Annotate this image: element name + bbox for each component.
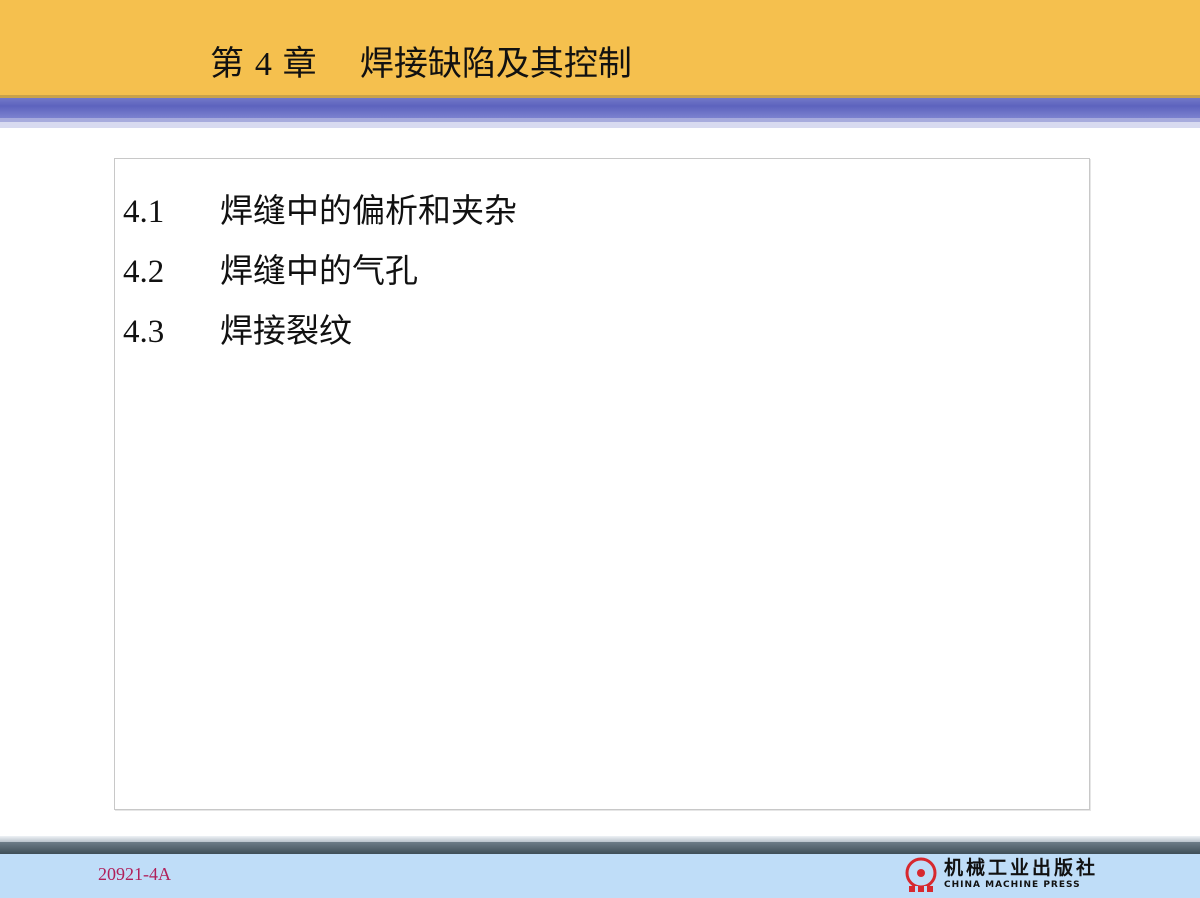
header-stripe <box>0 98 1200 118</box>
footer-divider <box>0 842 1200 854</box>
section-number: 4.2 <box>123 254 165 290</box>
section-title: 焊接裂纹 <box>220 311 352 350</box>
publisher-logo: 机械工业出版社 CHINA MACHINE PRESS <box>902 856 1112 894</box>
chapter-number: 4 <box>254 46 272 83</box>
footer-bar: 20921-4A 机械工业出版社 CHINA MACHINE PRESS <box>0 854 1200 898</box>
section-item-4-2: 4.2 焊缝中的气孔 <box>123 249 517 309</box>
chapter-prefix: 第 <box>210 44 244 84</box>
section-list: 4.1 焊缝中的偏析和夹杂 4.2 焊缝中的气孔 4.3 焊接裂纹 <box>123 189 517 369</box>
publisher-name-en: CHINA MACHINE PRESS <box>944 880 1081 890</box>
section-item-4-1: 4.1 焊缝中的偏析和夹杂 <box>123 189 517 249</box>
section-item-4-3: 4.3 焊接裂纹 <box>123 309 517 369</box>
publisher-emblem-icon <box>905 857 937 892</box>
content-box: 4.1 焊缝中的偏析和夹杂 4.2 焊缝中的气孔 4.3 焊接裂纹 <box>114 158 1090 810</box>
chapter-suffix: 章 <box>282 44 317 84</box>
section-title: 焊缝中的偏析和夹杂 <box>220 191 517 230</box>
chapter-title: 第 4 章 焊接缺陷及其控制 <box>210 42 632 87</box>
chapter-title-text: 焊接缺陷及其控制 <box>359 44 632 84</box>
section-title: 焊缝中的气孔 <box>220 251 418 290</box>
header-stripe-lighter <box>0 122 1200 128</box>
header-bar: 第 4 章 焊接缺陷及其控制 <box>0 0 1200 95</box>
slide-code: 20921-4A <box>98 864 171 884</box>
publisher-name-cn: 机械工业出版社 <box>944 857 1099 879</box>
section-number: 4.3 <box>123 314 165 350</box>
section-number: 4.1 <box>123 194 165 230</box>
